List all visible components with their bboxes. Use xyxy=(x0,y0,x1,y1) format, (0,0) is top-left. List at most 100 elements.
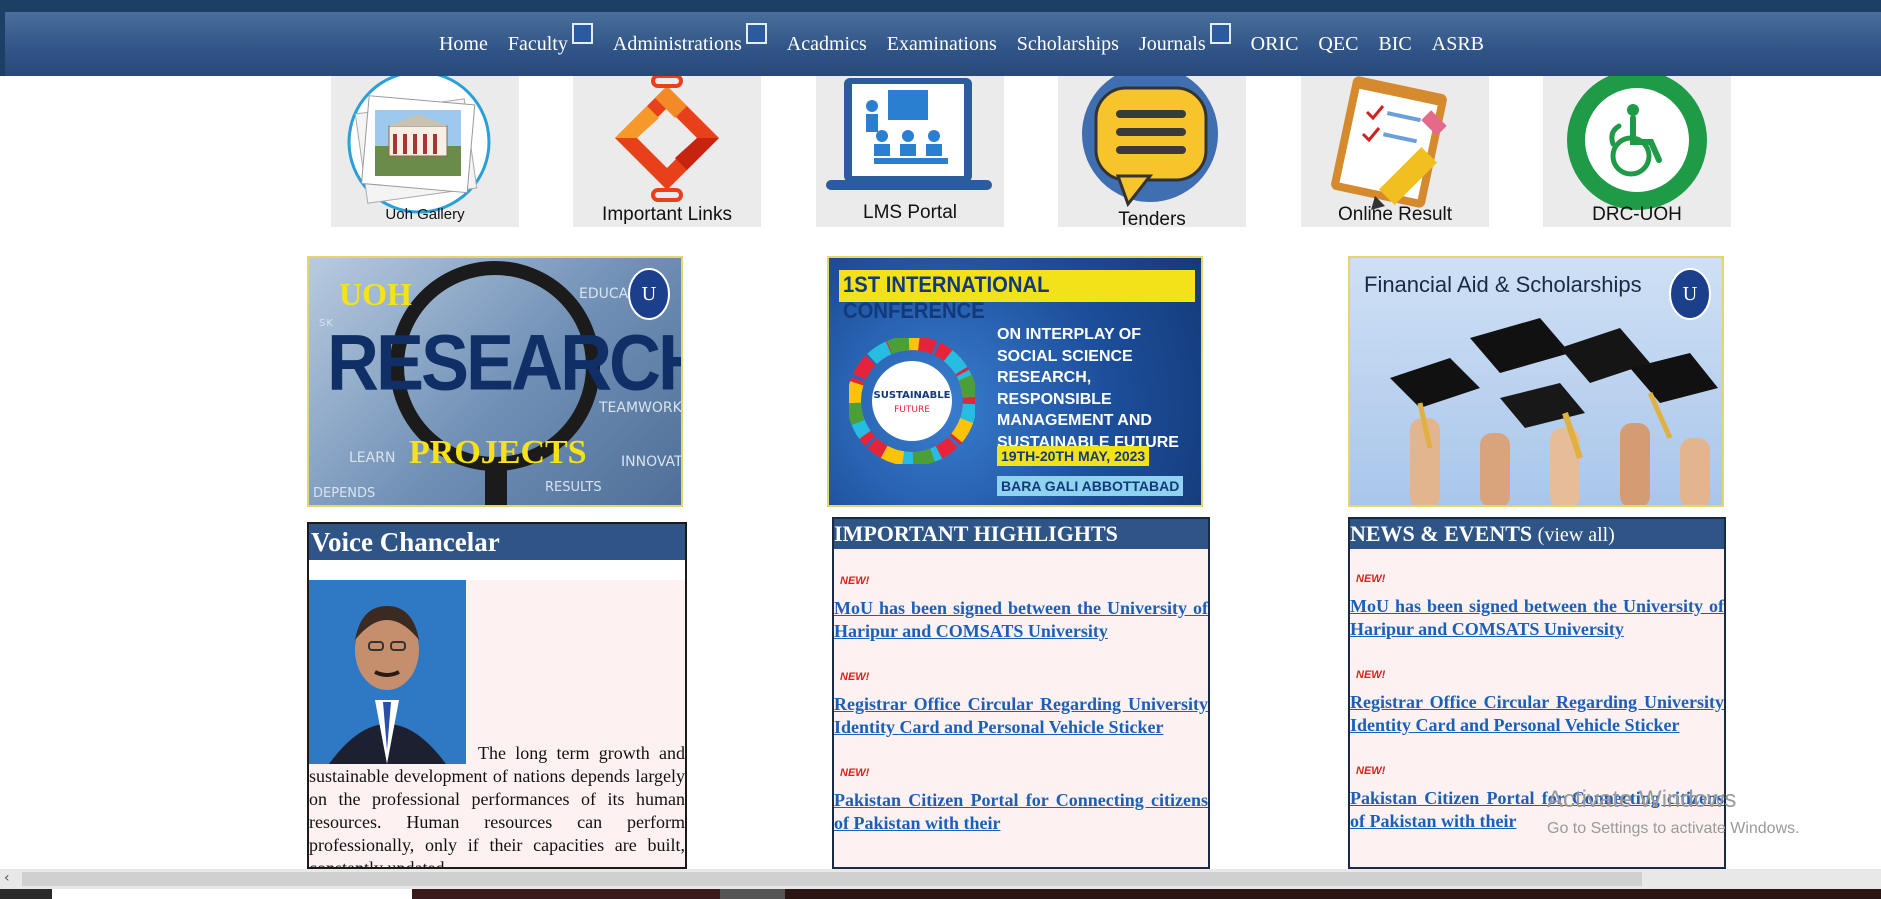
nav-qec[interactable]: QEC xyxy=(1318,33,1358,56)
nav-home-label: Home xyxy=(438,32,488,55)
highlight-link[interactable]: Pakistan Citizen Portal for Connecting c… xyxy=(834,783,1208,835)
quick-link-label: LMS Portal xyxy=(863,202,957,223)
list-item: NEW! Registrar Office Circular Regarding… xyxy=(834,671,1208,739)
conference-place: BARA GALI ABBOTTABAD xyxy=(997,476,1184,496)
chancellor-portrait xyxy=(309,580,466,764)
background-word: INNOVAT xyxy=(621,454,683,470)
conference-line: ON INTERPLAY OF xyxy=(997,326,1142,343)
quick-link-label: DRC-UOH xyxy=(1592,204,1682,225)
quick-link-label: Tenders xyxy=(1118,209,1186,227)
new-badge: NEW! xyxy=(840,575,870,587)
quick-link-label: Important Links xyxy=(602,204,732,225)
nav-examinations[interactable]: Examinations xyxy=(887,33,997,56)
news-events-title: NEWS & EVENTS xyxy=(1350,521,1533,546)
banner-projects-text: PROJECTS xyxy=(409,434,587,471)
horizontal-scrollbar[interactable]: ‹ xyxy=(0,869,1881,889)
highlight-link[interactable]: Registrar Office Circular Regarding Univ… xyxy=(834,687,1208,739)
news-events-header: NEWS & EVENTS (view all) xyxy=(1350,519,1724,549)
nav-acadmics[interactable]: Acadmics xyxy=(787,33,867,56)
quick-link-tenders[interactable]: Tenders xyxy=(1058,76,1246,227)
list-item: NEW! MoU has been signed between the Uni… xyxy=(1350,573,1724,641)
view-all-link[interactable]: (view all) xyxy=(1538,524,1615,546)
quick-link-gallery[interactable]: Uoh Gallery xyxy=(331,76,519,227)
sdg-wheel-icon: SUSTAINABLE FUTURE xyxy=(849,338,975,464)
highlight-link[interactable]: MoU has been signed between the Universi… xyxy=(834,591,1208,643)
background-word: EDUCA xyxy=(579,286,629,302)
dropdown-square-icon[interactable] xyxy=(1209,22,1231,44)
nav-scholarships[interactable]: Scholarships xyxy=(1017,33,1119,56)
main-navbar: Home Faculty Administrations Acadmics Ex… xyxy=(0,12,1881,76)
list-item: NEW! MoU has been signed between the Uni… xyxy=(834,575,1208,643)
news-events-panel: NEWS & EVENTS (view all) NEW! MoU has be… xyxy=(1348,517,1726,869)
nav-asrb-label: ASRB xyxy=(1431,32,1485,55)
news-link[interactable]: MoU has been signed between the Universi… xyxy=(1350,589,1724,641)
list-item: NEW! Registrar Office Circular Regarding… xyxy=(1350,669,1724,737)
taskbar xyxy=(0,889,1881,899)
voice-spacer xyxy=(309,560,685,580)
voice-chancellor-body: The long term growth and sustainable dev… xyxy=(309,580,685,867)
research-projects-banner[interactable]: SK EDUCA TEAMWORK LEARN INNOVAT RESULTS … xyxy=(307,256,683,507)
new-badge: NEW! xyxy=(840,671,870,683)
nav-examinations-label: Examinations xyxy=(886,32,997,55)
nav-menu: Home Faculty Administrations Acadmics Ex… xyxy=(5,12,1881,76)
svg-text:U: U xyxy=(1682,284,1697,305)
voice-chancellor-panel: Voice Chancelar The long term growth and… xyxy=(307,522,687,869)
conference-line: SOCIAL SCIENCE xyxy=(997,347,1133,365)
quick-link-label: Uoh Gallery xyxy=(385,206,465,223)
dropdown-square-icon[interactable] xyxy=(745,22,767,44)
background-word: LEARN xyxy=(349,450,396,466)
quick-link-label: Online Result xyxy=(1337,204,1453,225)
banner-uoh-text: UOH xyxy=(339,276,412,312)
wheel-center-text-2: FUTURE xyxy=(894,405,930,415)
graduation-caps-image xyxy=(1390,318,1718,505)
quick-link-lms-portal[interactable]: LMS Portal xyxy=(816,76,1004,227)
nav-bic-label: BIC xyxy=(1378,32,1412,55)
nav-bic[interactable]: BIC xyxy=(1378,33,1411,56)
new-badge: NEW! xyxy=(1356,669,1386,681)
highlights-list: NEW! MoU has been signed between the Uni… xyxy=(834,575,1208,835)
new-badge: NEW! xyxy=(840,767,870,779)
conference-description: ON INTERPLAY OF SOCIAL SCIENCE RESEARCH,… xyxy=(997,324,1201,453)
news-link[interactable]: Registrar Office Circular Regarding Univ… xyxy=(1350,685,1724,737)
list-item: NEW! Pakistan Citizen Portal for Connect… xyxy=(834,767,1208,835)
conference-banner[interactable]: 1ST INTERNATIONAL CONFERENCE SUSTAINABLE… xyxy=(827,256,1203,507)
nav-asrb[interactable]: ASRB xyxy=(1432,33,1484,56)
background-word: DEPENDS xyxy=(313,486,376,501)
voice-chancellor-title: Voice Chancelar xyxy=(309,524,685,560)
svg-text:U: U xyxy=(641,284,656,305)
nav-home[interactable]: Home xyxy=(439,33,488,56)
nav-administrations-label: Administrations xyxy=(612,32,742,55)
nav-journals-label: Journals xyxy=(1138,32,1206,55)
scroll-left-arrow-icon[interactable]: ‹ xyxy=(4,870,10,886)
background-word: RESULTS xyxy=(545,480,602,495)
nav-oric-label: ORIC xyxy=(1250,32,1299,55)
quick-link-online-result[interactable]: Online Result xyxy=(1301,76,1489,227)
uoh-logo-icon: U xyxy=(628,268,670,320)
gallery-photos-icon xyxy=(347,76,491,214)
new-badge: NEW! xyxy=(1356,573,1386,585)
activate-windows-title: Activate Windows xyxy=(1547,786,1737,813)
dropdown-square-icon[interactable] xyxy=(571,22,593,44)
conference-line: MANAGEMENT AND xyxy=(997,412,1152,429)
banner-research-text: RESEARCH xyxy=(327,319,683,407)
financial-aid-banner[interactable]: Financial Aid & Scholarships U xyxy=(1348,256,1724,507)
nav-journals[interactable]: Journals xyxy=(1138,22,1231,56)
nav-qec-label: QEC xyxy=(1318,32,1359,55)
quick-link-important-links[interactable]: Important Links xyxy=(573,76,761,227)
quick-link-drc-uoh[interactable]: DRC-UOH xyxy=(1543,76,1731,227)
nav-oric[interactable]: ORIC xyxy=(1251,33,1299,56)
new-badge: NEW! xyxy=(1356,765,1386,777)
uoh-logo-icon: U xyxy=(1669,268,1711,320)
financial-aid-title: Financial Aid & Scholarships xyxy=(1364,272,1642,297)
conference-date: 19TH-20TH MAY, 2023 xyxy=(997,446,1150,466)
speech-bubble-icon xyxy=(1082,76,1218,208)
important-highlights-panel: IMPORTANT HIGHLIGHTS NEW! MoU has been s… xyxy=(832,517,1210,869)
nav-faculty[interactable]: Faculty xyxy=(508,22,593,56)
nav-administrations[interactable]: Administrations xyxy=(612,22,767,56)
activate-windows-subtitle: Go to Settings to activate Windows. xyxy=(1547,820,1800,837)
conference-title: 1ST INTERNATIONAL CONFERENCE xyxy=(843,272,1050,323)
scrollbar-thumb[interactable] xyxy=(22,872,1642,886)
conference-line: RESEARCH, RESPONSIBLE xyxy=(997,369,1112,408)
top-stripe xyxy=(0,0,1881,12)
nav-acadmics-label: Acadmics xyxy=(786,32,867,55)
